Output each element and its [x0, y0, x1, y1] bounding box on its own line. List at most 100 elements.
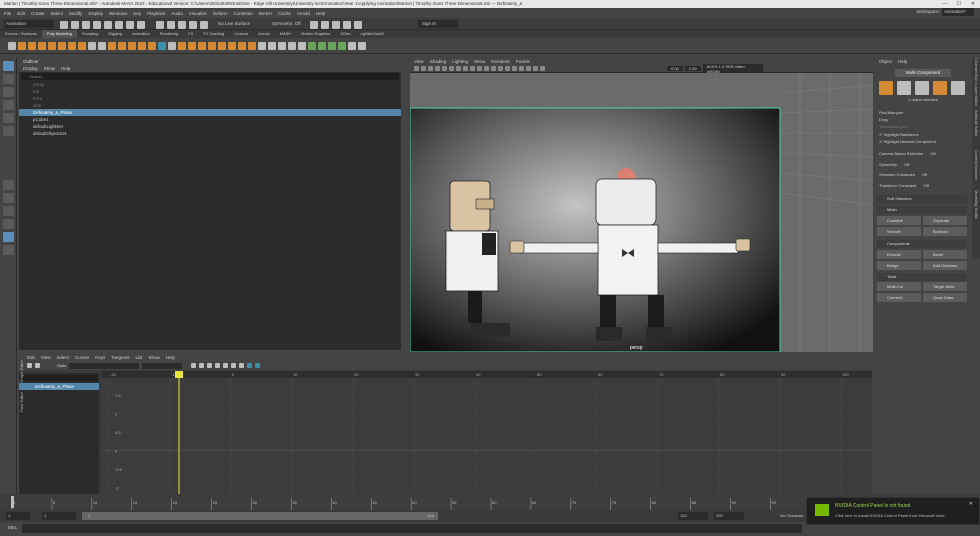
soft-selection-section[interactable]: Soft Selection: [877, 195, 967, 203]
snap-view-icon[interactable]: [189, 21, 197, 29]
super-shapes-icon[interactable]: [88, 41, 96, 50]
safe-action-icon[interactable]: [477, 66, 482, 71]
menu-playback[interactable]: Playback: [147, 11, 165, 16]
render-view-icon[interactable]: [310, 21, 318, 29]
menu-key[interactable]: Key: [133, 11, 141, 16]
gamma-field[interactable]: 1.00: [684, 66, 701, 71]
target-weld-button[interactable]: Target Weld: [923, 282, 967, 291]
toolkit-tab-help[interactable]: Help: [898, 58, 907, 65]
viewport-menu-show[interactable]: Show: [474, 58, 485, 65]
wedge-icon[interactable]: [238, 41, 246, 50]
grid-icon[interactable]: [442, 66, 447, 71]
shelf-tab-poly-modeling[interactable]: Poly Modeling: [41, 30, 77, 38]
graph-current-time-marker[interactable]: [175, 371, 183, 378]
resolution-gate-icon[interactable]: [456, 66, 461, 71]
graph-outliner-item[interactable]: Definately_a_Plane: [19, 383, 99, 390]
shelf-tab-animation[interactable]: Animation: [127, 30, 155, 38]
outliner-menu-display[interactable]: Display: [23, 65, 38, 72]
flat-tangent-icon[interactable]: [231, 363, 237, 368]
separate-icon[interactable]: [118, 41, 126, 50]
render-settings-icon[interactable]: [343, 21, 351, 29]
shelf-tab-custom[interactable]: Custom: [229, 30, 253, 38]
viewport-menu-renderer[interactable]: Renderer: [491, 58, 510, 65]
viewport-scene[interactable]: persp: [410, 73, 873, 352]
mel-label[interactable]: MEL: [8, 525, 17, 530]
uv-mode-icon[interactable]: [951, 81, 965, 95]
move-tool-icon[interactable]: [3, 100, 14, 110]
quad-draw-icon[interactable]: [308, 41, 316, 50]
menu-create[interactable]: Create: [31, 11, 45, 16]
ipr-render-icon[interactable]: [332, 21, 340, 29]
viewport-menu-view[interactable]: View: [414, 58, 424, 65]
ao-icon[interactable]: [519, 66, 524, 71]
outliner-menu-show[interactable]: Show: [44, 65, 55, 72]
menu-file[interactable]: File: [4, 11, 11, 16]
film-gate-icon[interactable]: [449, 66, 454, 71]
undo-icon[interactable]: [93, 21, 101, 29]
bookmark-icon[interactable]: [428, 66, 433, 71]
poly-cone-icon[interactable]: [48, 41, 56, 50]
drag-radio[interactable]: Drag: [879, 117, 888, 122]
attribute-editor-tab[interactable]: Attribute Editor: [972, 110, 980, 150]
normalize-icon[interactable]: [255, 363, 261, 368]
smooth-shade-icon[interactable]: [491, 66, 496, 71]
slide-edge-icon[interactable]: [318, 41, 326, 50]
layout-icon[interactable]: [3, 232, 14, 242]
workspace-dropdown[interactable]: Animation*: [942, 8, 974, 16]
range-slider-handle[interactable]: 1 120: [82, 512, 438, 520]
bridge-button[interactable]: Bridge: [877, 261, 921, 270]
minimize-button[interactable]: —: [938, 0, 952, 8]
graph-menu-edit[interactable]: Edit: [27, 354, 35, 361]
menu-constrain[interactable]: Constrain: [234, 11, 253, 16]
graph-menu-view[interactable]: View: [41, 354, 51, 361]
quad-draw-button[interactable]: Quad Draw: [923, 293, 967, 302]
vertex-mode-icon[interactable]: [897, 81, 911, 95]
stats-field-2[interactable]: [142, 362, 183, 369]
shadows-icon[interactable]: [512, 66, 517, 71]
motion-blur-icon[interactable]: [526, 66, 531, 71]
outliner-menu-help[interactable]: Help: [61, 65, 70, 72]
four-view-icon[interactable]: [3, 193, 14, 203]
graph-menu-show[interactable]: Show: [149, 354, 160, 361]
split-icon[interactable]: [358, 41, 366, 50]
lasso-tool-icon[interactable]: [3, 74, 14, 84]
menu-deform[interactable]: Deform: [213, 11, 228, 16]
playback-start-field[interactable]: 1: [42, 512, 76, 520]
menu-modify[interactable]: Modify: [69, 11, 82, 16]
poly-disc-icon[interactable]: [78, 41, 86, 50]
persp-graph-icon[interactable]: [3, 219, 14, 229]
menu-visualize[interactable]: Visualize: [189, 11, 207, 16]
circularize-icon[interactable]: [248, 41, 256, 50]
graph-menu-select[interactable]: Select: [56, 354, 69, 361]
extract-icon[interactable]: [128, 41, 136, 50]
menu-help[interactable]: Help: [316, 11, 325, 16]
toolkit-tab-object[interactable]: Object: [879, 58, 892, 65]
menu-edit[interactable]: Edit: [17, 11, 25, 16]
modeling-toolkit-tab[interactable]: Modeling Toolkit: [972, 190, 980, 230]
frame-all-icon[interactable]: [191, 363, 197, 368]
content-browser-tab[interactable]: Content Browser: [972, 150, 980, 190]
close-button[interactable]: ✕: [966, 0, 980, 8]
symmetry-row[interactable]: Symmetry Off: [879, 162, 909, 167]
smooth-icon[interactable]: [148, 41, 156, 50]
zoom-icon[interactable]: [3, 245, 14, 255]
menuset-dropdown[interactable]: Animation: [4, 20, 54, 28]
mesh-section[interactable]: Mesh: [877, 206, 967, 214]
boolean-button[interactable]: Boolean: [923, 227, 967, 236]
lights-icon[interactable]: [505, 66, 510, 71]
redo-icon[interactable]: [104, 21, 112, 29]
append-icon[interactable]: [218, 41, 226, 50]
gate-mask-icon[interactable]: [463, 66, 468, 71]
select-by-component-icon[interactable]: [137, 21, 145, 29]
make-live-icon[interactable]: [200, 21, 208, 29]
object-mode-icon[interactable]: [879, 81, 893, 95]
outliner-item-side[interactable]: side: [19, 102, 401, 109]
end-time-field[interactable]: 200: [714, 512, 744, 520]
shelf-tab-rigging[interactable]: Rigging: [103, 30, 127, 38]
add-divisions-button[interactable]: Add Divisions: [923, 261, 967, 270]
outliner-item-defaultobjectset[interactable]: defaultObjectSet: [19, 130, 401, 137]
poke-icon[interactable]: [228, 41, 236, 50]
persp-outliner-icon[interactable]: [3, 206, 14, 216]
playback-end-field[interactable]: 120: [678, 512, 708, 520]
field-chart-icon[interactable]: [470, 66, 475, 71]
